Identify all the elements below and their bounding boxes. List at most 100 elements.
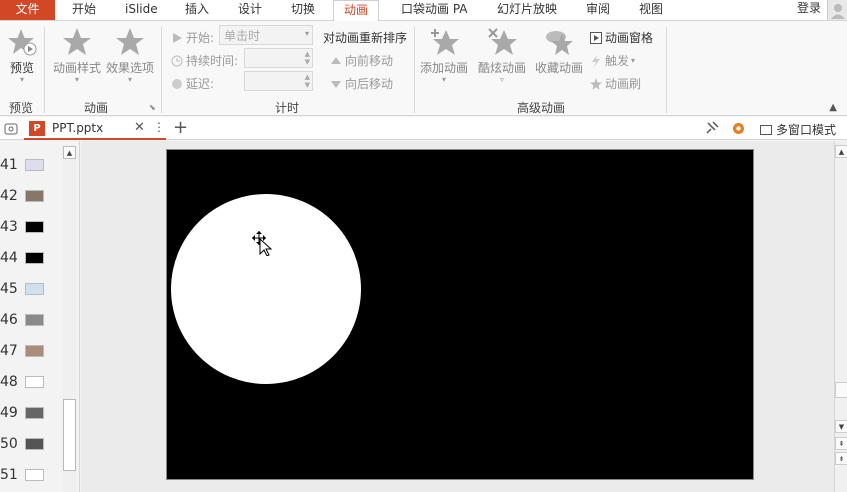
duration-label: 持续时间:	[171, 52, 238, 69]
thumbnail-item[interactable]: 45	[0, 281, 62, 312]
tab-pocket-animation[interactable]: 口袋动画 PA	[401, 0, 468, 20]
chevron-down-icon: ▾	[127, 75, 132, 84]
collapse-ribbon-icon[interactable]: ▲	[829, 102, 837, 113]
thumbnail-item[interactable]: 49	[0, 405, 62, 436]
tab-transitions[interactable]: 切换	[291, 0, 315, 20]
move-forward-button[interactable]: 向前移动	[330, 52, 393, 69]
editor-scrollbar[interactable]: ▲ ▼ ⇞ ⇟	[834, 141, 847, 492]
delay-input[interactable]: ▲ ▼	[244, 71, 313, 91]
thumbnail-item[interactable]: 47	[0, 343, 62, 374]
move-backward-button[interactable]: 向后移动	[330, 75, 393, 92]
white-circle-shape[interactable]	[171, 194, 361, 384]
preview-label: 预览	[9, 61, 34, 75]
previous-slide-icon[interactable]: ⇞	[835, 437, 847, 450]
up-arrow-icon	[330, 55, 342, 67]
tab-home[interactable]: 开始	[72, 0, 96, 20]
clock-icon	[171, 55, 183, 67]
animation-style-button[interactable]: 动画样式 ▾	[52, 27, 102, 84]
lightning-icon	[590, 54, 602, 67]
thumbnail-image	[25, 469, 44, 481]
thumbnail-item[interactable]: 43	[0, 219, 62, 250]
thumbnail-item[interactable]: 46	[0, 312, 62, 343]
animation-group-label: 动画	[84, 101, 109, 115]
cloud-star-icon	[546, 31, 573, 55]
thumbnail-image	[25, 314, 44, 326]
tab-slideshow[interactable]: 幻灯片放映	[497, 0, 557, 20]
duration-input[interactable]: ▲ ▼	[244, 48, 313, 68]
timing-group-label: 计时	[275, 101, 300, 115]
add-animation-button[interactable]: 添加动画 ▾	[418, 27, 470, 84]
slide-editing-area	[81, 141, 834, 492]
new-tab-icon[interactable]: +	[173, 117, 188, 139]
slide-canvas[interactable]	[166, 149, 754, 480]
thumbnail-image	[25, 376, 44, 388]
star-icon	[116, 28, 144, 55]
window-icon	[760, 125, 772, 135]
thumbnail-item[interactable]: 44	[0, 250, 62, 281]
thumbnail-item[interactable]: 41	[0, 157, 62, 188]
tab-file[interactable]: 文件	[0, 0, 55, 20]
tab-design[interactable]: 设计	[238, 0, 262, 20]
scrollbar-thumb[interactable]	[63, 399, 76, 471]
thumbnail-number: 45	[0, 281, 18, 297]
start-select[interactable]: 单击时 ▾	[219, 25, 313, 45]
divider	[44, 27, 45, 113]
trigger-button[interactable]: 触发 ▾	[590, 52, 635, 69]
gear-icon[interactable]	[731, 121, 746, 136]
cool-star-icon	[488, 28, 517, 55]
multi-window-button[interactable]: 多窗口模式	[760, 121, 836, 138]
user-icon	[831, 4, 845, 19]
delay-clock-icon	[171, 78, 183, 90]
thumbnail-image	[25, 438, 44, 450]
thumbnail-image	[25, 190, 44, 202]
more-icon[interactable]: ⋮	[153, 120, 165, 134]
start-label: 开始:	[171, 29, 214, 46]
tab-insert[interactable]: 插入	[185, 0, 209, 20]
painter-star-icon	[590, 77, 602, 90]
favorite-animation-label: 收藏动画	[534, 61, 583, 75]
chevron-down-icon: ▾	[74, 75, 79, 84]
divider	[666, 27, 667, 113]
scroll-up-icon[interactable]: ▲	[63, 146, 76, 159]
ribbon-tab-bar: 文件 开始 iSlide 插入 设计 切换 动画 口袋动画 PA 幻灯片放映 审…	[0, 0, 847, 21]
next-slide-icon[interactable]: ⇟	[835, 452, 847, 465]
dialog-launcher-icon[interactable]: ⬊	[149, 103, 156, 112]
tab-islide[interactable]: iSlide	[125, 0, 158, 20]
thumbnail-item[interactable]: 42	[0, 188, 62, 219]
tab-view[interactable]: 视图	[639, 0, 663, 20]
effect-options-button[interactable]: 效果选项 ▾	[105, 27, 155, 84]
login-link[interactable]: 登录	[797, 0, 821, 16]
scroll-down-icon[interactable]: ▼	[835, 420, 847, 433]
tab-review[interactable]: 审阅	[586, 0, 610, 20]
favorite-animation-button[interactable]: 收藏动画	[533, 27, 585, 76]
thumbnail-item[interactable]: 50	[0, 436, 62, 467]
scrollbar-thumb[interactable]	[835, 382, 847, 398]
cool-animation-label: 酷炫动画	[477, 61, 526, 75]
avatar[interactable]	[827, 0, 847, 20]
scroll-up-icon[interactable]: ▲	[835, 145, 847, 158]
document-tab-row: P PPT.pptx ✕ ⋮ + 多窗口模式	[0, 117, 847, 140]
add-animation-label: 添加动画	[419, 61, 468, 75]
cool-animation-button[interactable]: 酷炫动画 ▿	[476, 27, 528, 84]
move-cursor-icon	[252, 231, 273, 256]
thumbnail-image	[25, 407, 44, 419]
thumbnail-scrollbar[interactable]: ▲	[62, 145, 77, 492]
pin-icon[interactable]	[704, 121, 719, 136]
preview-star-icon	[8, 29, 37, 56]
preview-button[interactable]: 预览 ▾	[4, 27, 40, 84]
animation-style-label: 动画样式	[52, 61, 101, 75]
animation-painter-button[interactable]: 动画刷	[590, 75, 641, 92]
animation-pane-button[interactable]: 动画窗格	[590, 29, 653, 46]
start-value: 单击时	[224, 29, 261, 43]
delay-label: 延迟:	[171, 75, 214, 92]
thumbnail-number: 44	[0, 250, 18, 266]
tab-animations[interactable]: 动画	[333, 0, 380, 21]
thumbnail-item[interactable]: 51	[0, 467, 62, 492]
thumbnail-number: 43	[0, 219, 18, 235]
close-tab-icon[interactable]: ✕	[134, 120, 145, 135]
tab-list-icon[interactable]	[3, 121, 19, 137]
down-arrow-icon	[330, 78, 342, 90]
thumbnail-number: 48	[0, 374, 18, 390]
thumbnail-item[interactable]: 48	[0, 374, 62, 405]
document-tab[interactable]: P PPT.pptx ✕ ⋮	[24, 118, 166, 140]
